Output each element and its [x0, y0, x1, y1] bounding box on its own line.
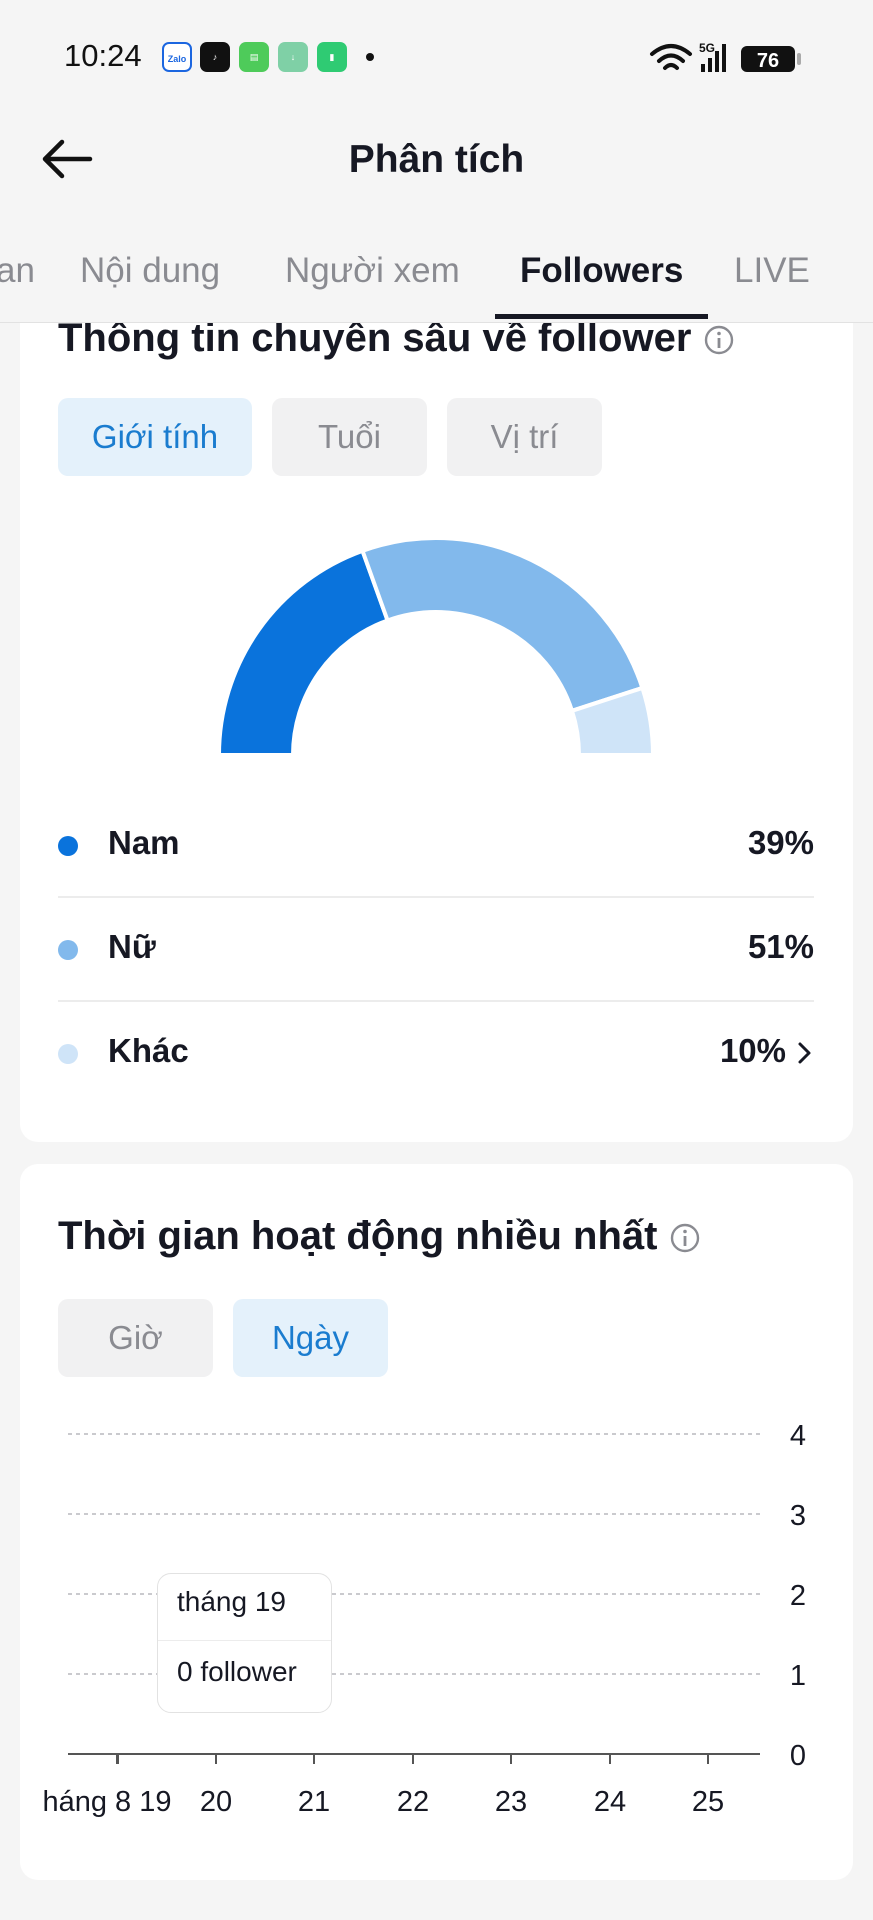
wifi-icon [650, 44, 692, 70]
tab-viewers[interactable]: Người xem [285, 251, 460, 291]
x-tick-label: háng 8 19 [42, 1786, 171, 1818]
tiktok-icon: ♪ [200, 42, 230, 72]
male-color-dot [58, 836, 78, 856]
tooltip-divider [158, 1640, 331, 1641]
zalo-icon: Zalo [162, 42, 192, 72]
app-header: Phân tích [0, 110, 873, 210]
network-label: 5G [699, 41, 715, 55]
legend-value: 10% [719, 1032, 786, 1069]
tab-content[interactable]: Nội dung [80, 251, 220, 291]
y-tick-label: 1 [790, 1660, 806, 1692]
y-tick-label: 2 [790, 1580, 806, 1612]
legend-row-male: Nam 39% [58, 794, 814, 898]
tooltip-date: tháng 19 [177, 1586, 286, 1617]
tab-overview[interactable]: an [0, 251, 35, 291]
legend-label: Nữ [108, 928, 156, 965]
legend-row-female: Nữ 51% [58, 898, 814, 1002]
legend-label: Khác [108, 1032, 189, 1069]
y-tick-label: 4 [790, 1420, 806, 1452]
active-tab-indicator [495, 314, 708, 319]
female-color-dot [58, 940, 78, 960]
analytics-tabs: an Nội dung Người xem Followers LIVE [0, 225, 873, 323]
y-tick-label: 3 [790, 1500, 806, 1532]
page-title: Phân tích [348, 138, 525, 181]
messages-icon: ▤ [239, 42, 269, 72]
x-tick-label: 21 [298, 1786, 330, 1818]
active-days-chart: 43210háng 8 19 20 21 22 23 24 25 [42, 1420, 806, 1818]
download-icon: ↓ [278, 42, 308, 72]
follower-insights-card: Thông tin chuyên sâu về follower Giới tí… [20, 240, 853, 1142]
status-bar: 10:24 Zalo ♪ ▤ ↓ ▮ 5G 76 [0, 0, 873, 110]
tooltip-value: 0 follower [177, 1656, 297, 1687]
battery-icon: 76 [741, 46, 801, 72]
legend-row-other[interactable]: Khác 10% [58, 1002, 814, 1106]
status-indicators: 5G 76 [650, 41, 801, 72]
tab-followers[interactable]: Followers [520, 251, 683, 291]
battery-level: 76 [757, 50, 779, 72]
donut-slice-nam [216, 548, 391, 757]
other-color-dot [58, 1044, 78, 1064]
legend-value-row: 10% [720, 1032, 814, 1070]
status-time: 10:24 [64, 38, 142, 73]
legend-value: 39% [747, 824, 814, 861]
chart-tooltip: tháng 19 0 follower [157, 1573, 332, 1713]
x-tick-label: 24 [594, 1786, 626, 1818]
y-tick-label: 0 [790, 1740, 806, 1772]
x-tick-label: 25 [692, 1786, 724, 1818]
battery-saver-icon: ▮ [317, 42, 347, 72]
x-tick-label: 20 [200, 1786, 232, 1818]
x-tick-label: 23 [495, 1786, 527, 1818]
legend-value: 51% [747, 928, 814, 965]
tab-live[interactable]: LIVE [734, 251, 810, 291]
donut-slice-nữ [359, 536, 645, 714]
x-tick-label: 22 [397, 1786, 429, 1818]
chevron-right-icon[interactable] [796, 1040, 814, 1066]
active-times-card: Thời gian hoạt động nhiều nhất Giờ Ngày … [20, 1164, 853, 1880]
more-notifications-icon [366, 53, 374, 61]
legend-label: Nam [108, 824, 180, 861]
